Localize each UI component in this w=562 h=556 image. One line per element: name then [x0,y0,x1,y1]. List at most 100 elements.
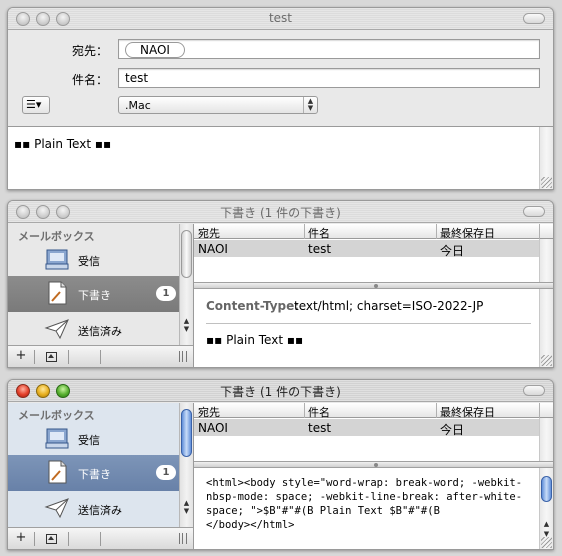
list-scrollbar[interactable] [539,418,553,461]
column-subject[interactable]: 件名 [308,404,330,420]
mailbox-sidebar: メールボックス 受信 下書き 1 送信済み ▲ ▼ + [8,224,194,367]
sidebar-item-sent[interactable]: 送信済み [8,312,180,348]
preview-body-text: ▪▪ Plain Text ▪▪ [206,333,304,347]
column-subject[interactable]: 件名 [308,225,330,241]
content-type-value: text/html; charset=ISO-2022-JP [294,299,484,313]
column-to[interactable]: 宛先 [198,225,220,241]
resize-grip-icon[interactable] [541,537,552,548]
scroll-arrows-icon[interactable]: ▲ ▼ [180,317,193,345]
cell-subject: test [308,242,332,256]
cell-to: NAOI [198,421,228,435]
paper-plane-icon [44,498,69,519]
table-row[interactable]: NAOI test 今日 [194,240,553,258]
column-date[interactable]: 最終保存日 [440,225,495,241]
to-label: 宛先： [71,44,108,58]
column-date[interactable]: 最終保存日 [440,404,495,420]
sidebar-item-label: 受信 [78,255,100,268]
divider [68,532,69,546]
sidebar-item-sent[interactable]: 送信済み [8,491,180,527]
sidebar-resize-grip-icon[interactable] [179,533,187,544]
mailbox-sidebar: メールボックス 受信 下書き 1 送信済み ▲ ▼ + [8,403,194,549]
message-preview: Content-Type: text/html; charset=ISO-202… [194,289,553,367]
splitter-dot-icon [373,284,378,288]
header-options-popup[interactable]: ☰▾ [22,96,50,114]
compose-titlebar[interactable]: test [8,8,553,30]
list-header: 宛先 件名 最終保存日 [194,224,553,241]
toolbar-toggle-button[interactable] [523,13,545,24]
message-body[interactable]: ▪▪ Plain Text ▪▪ [8,126,553,189]
sidebar-item-drafts[interactable]: 下書き 1 [8,455,180,491]
drafts-window-inactive: 下書き (1 件の下書き) メールボックス 受信 下書き 1 送信済み ▲ ▼ … [7,200,554,368]
sidebar-scrollbar[interactable]: ▲ ▼ [179,224,193,345]
list-scrollbar[interactable] [539,239,553,282]
toolbar-toggle-button[interactable] [523,385,545,396]
show-activity-button[interactable] [40,530,62,547]
sidebar-item-label: 下書き [78,289,111,302]
message-list: 宛先 件名 最終保存日 NAOI test 今日 [194,403,553,461]
divider [100,350,101,364]
account-value: .Mac [125,99,151,112]
subject-field[interactable]: test [118,68,540,88]
sidebar-bottom-bar: + [8,527,193,549]
column-divider [539,403,540,418]
resize-grip-icon[interactable] [541,177,552,188]
toolbar-toggle-button[interactable] [523,206,545,217]
sidebar-scrollbar[interactable]: ▲ ▼ [179,403,193,527]
content-type-label: Content-Type: [206,299,300,313]
divider [34,532,35,546]
window-title: 下書き (1 件の下書き) [220,206,341,220]
paper-plane-icon [44,319,69,340]
drafts-count-badge: 1 [156,286,176,301]
sidebar-item-label: 送信済み [78,325,122,338]
sidebar-resize-grip-icon[interactable] [179,351,187,362]
scroll-arrows-icon[interactable]: ▲ ▼ [180,499,193,527]
raw-source-text: <html><body style="word-wrap: break-word… [206,477,523,531]
add-mailbox-button[interactable]: + [10,530,32,547]
window-title: 下書き (1 件の下書き) [220,385,341,399]
drafts-icon [48,281,67,305]
sidebar-item-label: 受信 [78,434,100,447]
sidebar-item-drafts[interactable]: 下書き 1 [8,276,180,312]
sidebar-item-inbox[interactable]: 受信 [8,242,180,278]
resize-grip-icon[interactable] [541,355,552,366]
to-field[interactable]: NAOI [118,39,540,59]
message-list: 宛先 件名 最終保存日 NAOI test 今日 [194,224,553,282]
compose-window: test 宛先： NAOI 件名： test ☰▾ .Mac ▲ ▼ ▪▪ Pla… [7,7,554,190]
list-icon: ☰▾ [26,98,42,111]
sidebar-scroll-thumb[interactable] [181,409,192,457]
drafts-titlebar[interactable]: 下書き (1 件の下書き) [8,201,553,223]
drafts-titlebar[interactable]: 下書き (1 件の下書き) [8,380,553,402]
divider [100,532,101,546]
sidebar-item-label: 送信済み [78,504,122,517]
scroll-arrows-icon[interactable]: ▲ ▼ [540,519,553,539]
cell-to: NAOI [198,242,228,256]
divider [68,350,69,364]
cell-date: 今日 [440,244,465,258]
sidebar-item-label: 下書き [78,468,111,481]
inbox-icon [45,249,69,270]
column-divider [304,403,305,418]
show-activity-button[interactable] [40,348,62,365]
column-divider [436,224,437,239]
cell-subject: test [308,421,332,435]
recipient-token[interactable]: NAOI [125,42,185,58]
cell-date: 今日 [440,423,465,437]
drafts-icon [48,460,67,484]
add-mailbox-button[interactable]: + [10,348,32,365]
subject-label: 件名： [71,73,108,87]
column-to[interactable]: 宛先 [198,404,220,420]
account-popup[interactable]: .Mac ▲ ▼ [118,96,318,114]
sidebar-scroll-thumb[interactable] [181,230,192,278]
sidebar-item-inbox[interactable]: 受信 [8,421,180,457]
divider [34,350,35,364]
message-source-view: <html><body style="word-wrap: break-word… [194,468,553,549]
preview-scroll-thumb[interactable] [541,476,552,502]
column-divider [539,224,540,239]
pane-splitter[interactable] [194,282,553,289]
drafts-window-active: 下書き (1 件の下書き) メールボックス 受信 下書き 1 送信済み ▲ ▼ … [7,379,554,550]
inbox-icon [45,428,69,449]
pane-splitter[interactable] [194,461,553,468]
column-divider [436,403,437,418]
table-row[interactable]: NAOI test 今日 [194,419,553,437]
sidebar-bottom-bar: + [8,345,193,367]
